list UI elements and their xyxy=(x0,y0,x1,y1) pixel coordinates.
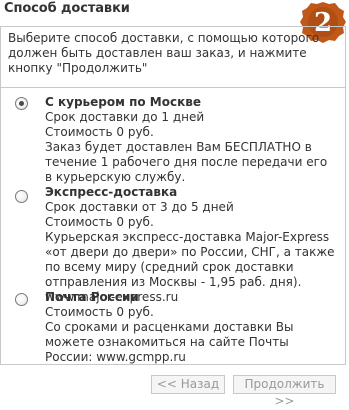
radio-courier-moscow[interactable] xyxy=(15,97,28,110)
delivery-panel: Выберите способ доставки, с помощью кото… xyxy=(0,26,346,365)
intro-text: Выберите способ доставки, с помощью кото… xyxy=(8,31,320,75)
option-description: Заказ будет доставлен Вам БЕСПЛАТНО в те… xyxy=(45,140,328,184)
option-cost: Стоимость 0 руб. xyxy=(45,305,154,319)
option-title: Экспресс-доставка xyxy=(45,185,178,199)
option-term: Срок доставки до 1 дней xyxy=(45,110,205,124)
radio-express[interactable] xyxy=(15,190,28,203)
option-title: Почта России xyxy=(45,290,139,304)
option-title: С курьером по Москве xyxy=(45,95,201,109)
option-cost: Стоимость 0 руб. xyxy=(45,215,154,229)
option-term: Срок доставки от 3 до 5 дней xyxy=(45,200,234,214)
back-button[interactable]: << Назад xyxy=(151,375,225,394)
option-description: Со сроками и расценками доставки Вы може… xyxy=(45,320,294,364)
radio-russian-post[interactable] xyxy=(15,293,28,306)
continue-button[interactable]: Продолжить >> xyxy=(233,375,336,408)
page-title: Способ доставки xyxy=(4,1,130,16)
divider xyxy=(1,87,345,88)
option-cost: Стоимость 0 руб. xyxy=(45,125,154,139)
